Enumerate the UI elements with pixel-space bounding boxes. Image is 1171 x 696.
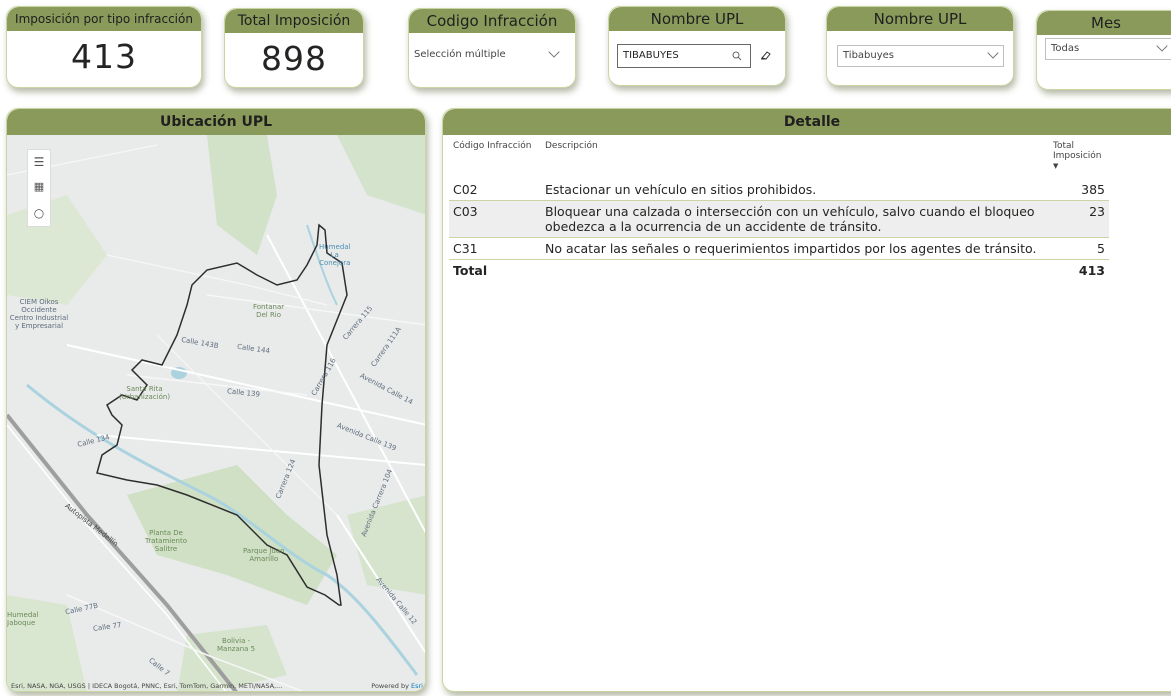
chevron-down-icon <box>548 46 560 58</box>
column-header-descripcion[interactable]: Descripción <box>541 135 1049 179</box>
kpi-value: 413 <box>71 37 137 76</box>
cell-code: C31 <box>453 241 478 256</box>
map-tools: ☰ ▦ ○ <box>27 149 51 227</box>
dropdown-value: Tibabuyes <box>843 50 895 61</box>
table-row[interactable]: C02 Estacionar un vehículo en sitios pro… <box>449 179 1109 201</box>
detail-panel: Detalle Código Infracción Descripción To… <box>442 108 1171 692</box>
dropdown-value: Todas <box>1051 43 1080 54</box>
kpi-card-imposicion-tipo: Imposición por tipo infracción 413 <box>6 6 202 88</box>
cell-code: C03 <box>453 204 478 219</box>
cell-total: 5 <box>1097 241 1105 256</box>
cell-desc: Bloquear una calzada o intersección con … <box>545 204 1035 234</box>
table-row[interactable]: C03 Bloquear una calzada o intersección … <box>449 200 1109 238</box>
cell-total: 385 <box>1081 182 1105 197</box>
map-label: Fontanar Del Rio <box>253 303 285 319</box>
qr-icon[interactable]: ▦ <box>28 174 50 200</box>
map-label: Humedal La Conejera <box>319 243 351 267</box>
slicer-title: Nombre UPL <box>609 7 785 31</box>
esri-link[interactable]: Esri <box>411 682 423 690</box>
detail-title: Detalle <box>443 109 1171 135</box>
slicer-nombre-upl-dropdown: Nombre UPL Tibabuyes <box>826 6 1014 86</box>
map-label: CIEM Oikos Occidente Centro Industrial y… <box>9 298 69 330</box>
cell-total: 23 <box>1089 204 1105 219</box>
map-panel: Ubicación UPL ☰ ▦ ○ CIEM Oikos Occidente… <box>6 108 426 692</box>
sort-desc-icon: ▼ <box>1053 162 1059 170</box>
map-attribution: Esri, NASA, NGA, USGS | IDECA Bogotá, PN… <box>11 682 423 690</box>
mes-dropdown[interactable]: Todas <box>1045 38 1171 60</box>
search-icon[interactable]: ○ <box>28 200 50 226</box>
column-header-total[interactable]: Total Imposición ▼ <box>1049 135 1109 179</box>
upl-dropdown[interactable]: Tibabuyes <box>837 45 1004 67</box>
slicer-title: Nombre UPL <box>827 7 1013 31</box>
powered-by-text: Powered by <box>371 682 409 690</box>
slicer-title: Mes <box>1037 11 1171 35</box>
total-value: 413 <box>1049 259 1109 281</box>
map-label: Bolivia - Manzana 5 <box>217 637 256 653</box>
slicer-codigo-infraccion: Codigo Infracción Selección múltiple <box>408 8 576 88</box>
map-label: Planta De Tratamiento Salitre <box>145 529 187 553</box>
menu-icon[interactable]: ☰ <box>28 150 50 174</box>
attribution-text: Esri, NASA, NGA, USGS | IDECA Bogotá, PN… <box>11 682 283 690</box>
kpi-title: Total Imposición <box>225 9 363 33</box>
map-title: Ubicación UPL <box>7 109 425 135</box>
total-row: Total 413 <box>449 259 1109 281</box>
search-icon[interactable] <box>732 51 742 61</box>
chevron-down-icon <box>987 47 999 59</box>
table-row[interactable]: C31 No acatar las señales o requerimient… <box>449 238 1109 260</box>
upl-search-input[interactable]: TIBABUYES <box>617 44 751 68</box>
kpi-value: 898 <box>261 39 327 78</box>
detail-table: Código Infracción Descripción Total Impo… <box>449 135 1109 281</box>
kpi-card-total-imposicion: Total Imposición 898 <box>224 8 364 88</box>
slicer-nombre-upl-search: Nombre UPL TIBABUYES <box>608 6 786 86</box>
search-value: TIBABUYES <box>623 50 679 61</box>
eraser-icon[interactable] <box>760 50 772 60</box>
kpi-title: Imposición por tipo infracción <box>7 7 201 31</box>
slicer-title: Codigo Infracción <box>409 9 575 33</box>
codigo-dropdown[interactable]: Selección múltiple <box>409 45 564 67</box>
map-canvas[interactable]: ☰ ▦ ○ CIEM Oikos Occidente Centro Indust… <box>7 135 425 691</box>
map-label: Santa Rita (Urbanización) <box>119 385 171 401</box>
chevron-down-icon <box>1156 40 1168 52</box>
dropdown-value: Selección múltiple <box>414 49 506 60</box>
cell-code: C02 <box>453 182 478 197</box>
slicer-mes: Mes Todas <box>1036 10 1171 90</box>
cell-desc: No acatar las señales o requerimientos i… <box>545 241 1037 256</box>
map-label: Humedal Jaboque <box>7 611 39 627</box>
column-header-codigo[interactable]: Código Infracción <box>449 135 541 179</box>
cell-desc: Estacionar un vehículo en sitios prohibi… <box>545 182 817 197</box>
total-label: Total <box>449 259 541 281</box>
map-label: Parque Juan Amarillo <box>243 547 285 563</box>
